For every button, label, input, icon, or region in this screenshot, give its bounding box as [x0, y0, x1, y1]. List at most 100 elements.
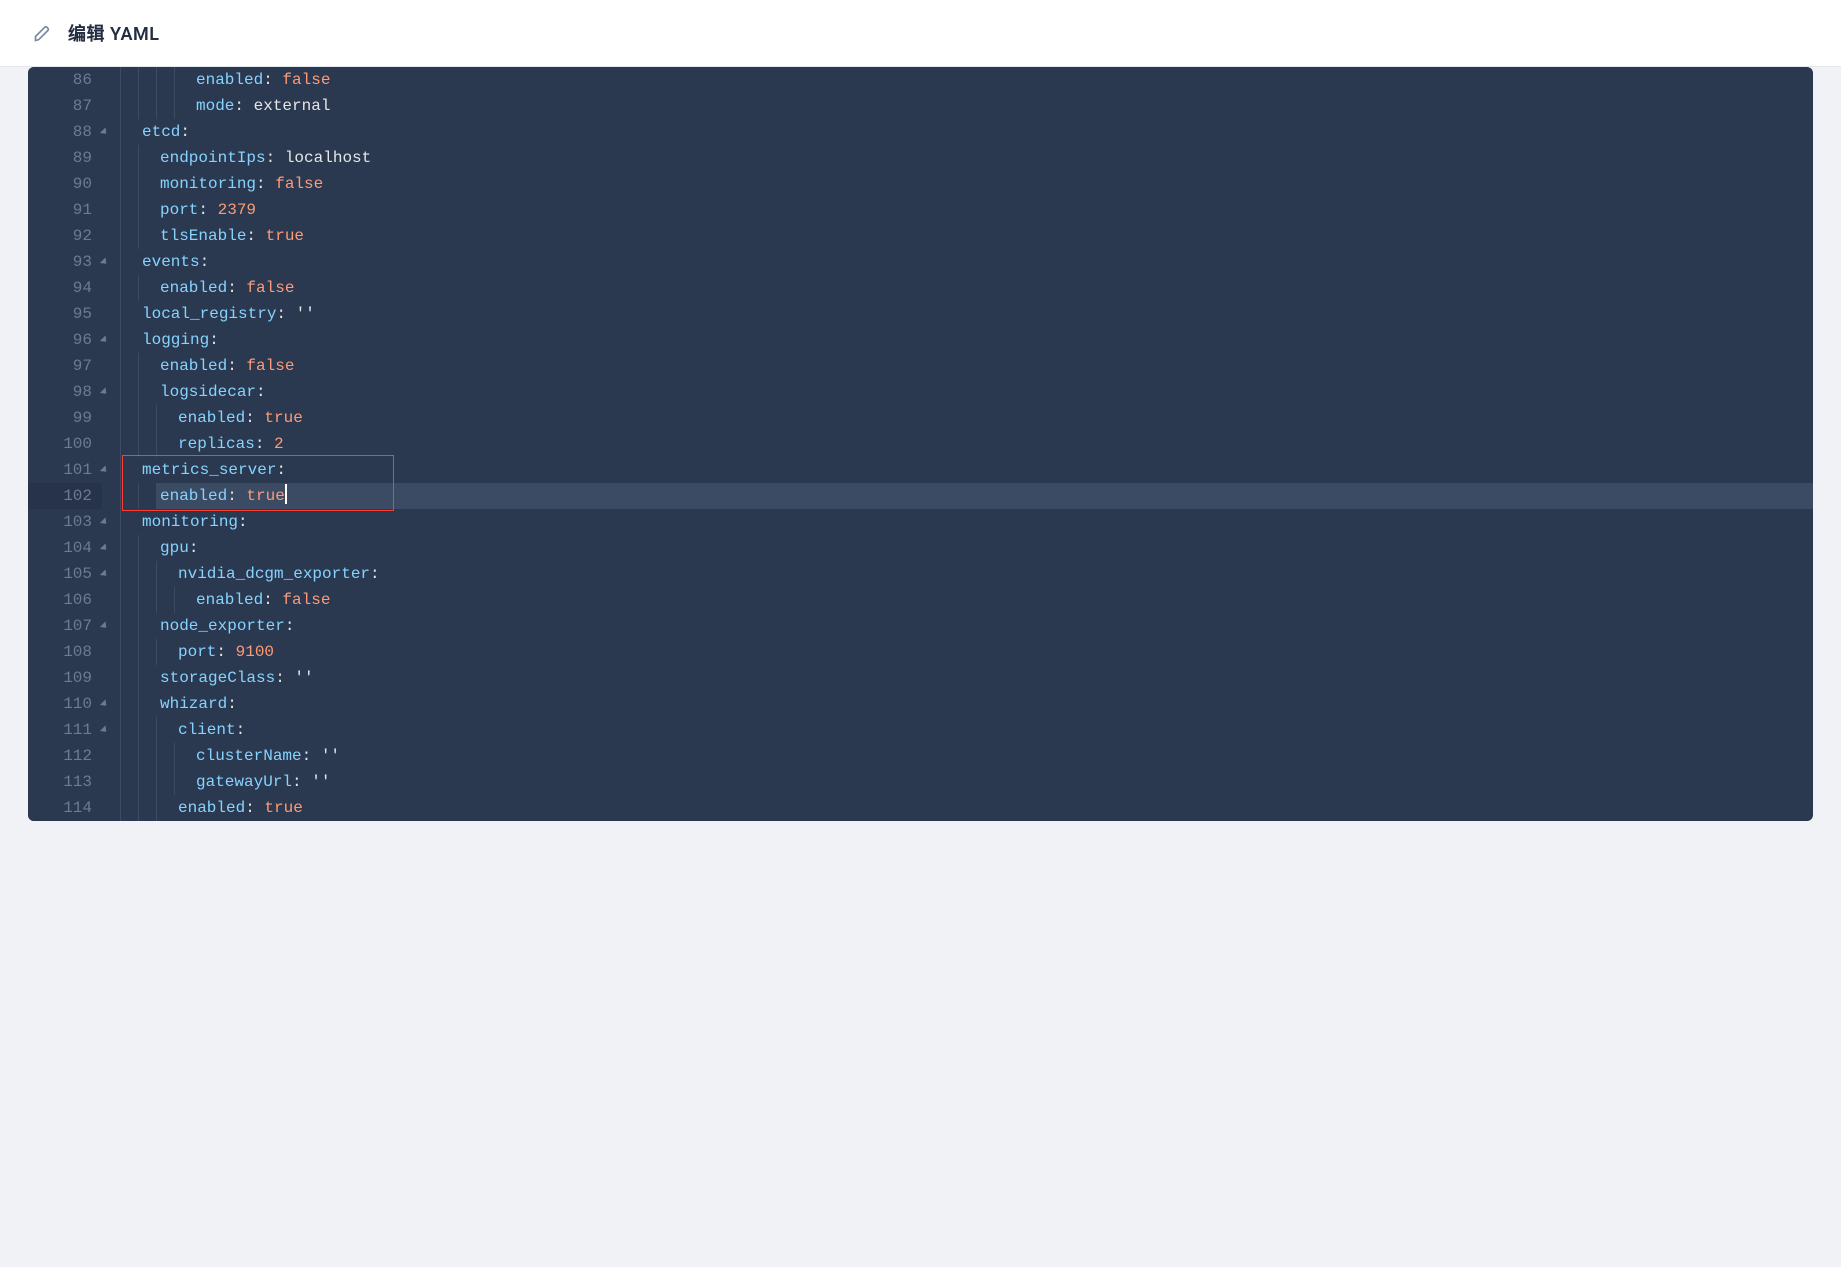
- fold-gutter[interactable]: [102, 535, 120, 561]
- code-line[interactable]: 90monitoring: false: [28, 171, 1813, 197]
- code-content[interactable]: node_exporter:: [156, 613, 1813, 639]
- fold-toggle-icon[interactable]: [100, 725, 109, 734]
- line-number[interactable]: 92: [28, 223, 102, 249]
- line-number[interactable]: 104: [28, 535, 102, 561]
- code-content[interactable]: port: 9100: [174, 639, 1813, 665]
- code-line[interactable]: 114 enabled: true: [28, 795, 1813, 821]
- fold-gutter[interactable]: [102, 509, 120, 535]
- code-content[interactable]: mode: external: [192, 93, 1813, 119]
- line-number[interactable]: 99: [28, 405, 102, 431]
- fold-gutter[interactable]: [102, 639, 120, 665]
- code-line[interactable]: 93 events:: [28, 249, 1813, 275]
- fold-gutter[interactable]: [102, 171, 120, 197]
- fold-gutter[interactable]: [102, 119, 120, 145]
- fold-toggle-icon[interactable]: [100, 335, 109, 344]
- code-content[interactable]: enabled: false: [192, 67, 1813, 93]
- fold-gutter[interactable]: [102, 301, 120, 327]
- fold-gutter[interactable]: [102, 743, 120, 769]
- code-line[interactable]: 97 enabled: false: [28, 353, 1813, 379]
- line-number[interactable]: 95: [28, 301, 102, 327]
- code-content[interactable]: logging:: [138, 327, 1813, 353]
- code-content[interactable]: events:: [138, 249, 1813, 275]
- code-content[interactable]: whizard:: [156, 691, 1813, 717]
- code-line[interactable]: 92 tlsEnable: true: [28, 223, 1813, 249]
- line-number[interactable]: 101: [28, 457, 102, 483]
- line-number[interactable]: 114: [28, 795, 102, 821]
- code-content[interactable]: clusterName: '': [192, 743, 1813, 769]
- code-editor[interactable]: 86enabled: false87mode: external88etcd:8…: [28, 67, 1813, 821]
- fold-gutter[interactable]: [102, 613, 120, 639]
- line-number[interactable]: 89: [28, 145, 102, 171]
- line-number[interactable]: 108: [28, 639, 102, 665]
- fold-toggle-icon[interactable]: [100, 569, 109, 578]
- code-line[interactable]: 101metrics_server:: [28, 457, 1813, 483]
- code-content[interactable]: replicas: 2: [174, 431, 1813, 457]
- code-line[interactable]: 105 nvidia_dcgm_exporter:: [28, 561, 1813, 587]
- line-number[interactable]: 111: [28, 717, 102, 743]
- fold-toggle-icon[interactable]: [100, 257, 109, 266]
- fold-gutter[interactable]: [102, 353, 120, 379]
- fold-gutter[interactable]: [102, 405, 120, 431]
- code-line[interactable]: 108 port: 9100: [28, 639, 1813, 665]
- code-content[interactable]: enabled: false: [156, 353, 1813, 379]
- fold-gutter[interactable]: [102, 665, 120, 691]
- fold-gutter[interactable]: [102, 457, 120, 483]
- line-number[interactable]: 97: [28, 353, 102, 379]
- fold-gutter[interactable]: [102, 223, 120, 249]
- fold-gutter[interactable]: [102, 483, 120, 509]
- fold-gutter[interactable]: [102, 431, 120, 457]
- fold-gutter[interactable]: [102, 587, 120, 613]
- line-number[interactable]: 100: [28, 431, 102, 457]
- code-line[interactable]: 102enabled: true: [28, 483, 1813, 509]
- line-number[interactable]: 98: [28, 379, 102, 405]
- fold-gutter[interactable]: [102, 769, 120, 795]
- code-line[interactable]: 110 whizard:: [28, 691, 1813, 717]
- code-line[interactable]: 91port: 2379: [28, 197, 1813, 223]
- fold-toggle-icon[interactable]: [100, 517, 109, 526]
- code-line[interactable]: 94enabled: false: [28, 275, 1813, 301]
- code-content[interactable]: client:: [174, 717, 1813, 743]
- code-content[interactable]: enabled: true: [156, 483, 1813, 509]
- line-number[interactable]: 112: [28, 743, 102, 769]
- fold-gutter[interactable]: [102, 67, 120, 93]
- fold-toggle-icon[interactable]: [100, 699, 109, 708]
- fold-toggle-icon[interactable]: [100, 387, 109, 396]
- code-content[interactable]: enabled: false: [192, 587, 1813, 613]
- code-line[interactable]: 103 monitoring:: [28, 509, 1813, 535]
- line-number[interactable]: 106: [28, 587, 102, 613]
- code-line[interactable]: 87mode: external: [28, 93, 1813, 119]
- code-line[interactable]: 88etcd:: [28, 119, 1813, 145]
- code-line[interactable]: 111 client:: [28, 717, 1813, 743]
- code-content[interactable]: nvidia_dcgm_exporter:: [174, 561, 1813, 587]
- fold-gutter[interactable]: [102, 93, 120, 119]
- fold-gutter[interactable]: [102, 795, 120, 821]
- fold-gutter[interactable]: [102, 379, 120, 405]
- line-number[interactable]: 90: [28, 171, 102, 197]
- fold-toggle-icon[interactable]: [100, 465, 109, 474]
- code-line[interactable]: 100 replicas: 2: [28, 431, 1813, 457]
- code-content[interactable]: storageClass: '': [156, 665, 1813, 691]
- code-content[interactable]: gpu:: [156, 535, 1813, 561]
- code-content[interactable]: monitoring:: [138, 509, 1813, 535]
- code-line[interactable]: 96logging:: [28, 327, 1813, 353]
- line-number[interactable]: 91: [28, 197, 102, 223]
- fold-gutter[interactable]: [102, 327, 120, 353]
- line-number[interactable]: 93: [28, 249, 102, 275]
- fold-gutter[interactable]: [102, 561, 120, 587]
- code-content[interactable]: enabled: true: [174, 795, 1813, 821]
- code-content[interactable]: endpointIps: localhost: [156, 145, 1813, 171]
- code-content[interactable]: logsidecar:: [156, 379, 1813, 405]
- code-line[interactable]: 104 gpu:: [28, 535, 1813, 561]
- fold-gutter[interactable]: [102, 249, 120, 275]
- code-line[interactable]: 109storageClass: '': [28, 665, 1813, 691]
- code-content[interactable]: tlsEnable: true: [156, 223, 1813, 249]
- code-line[interactable]: 98 logsidecar:: [28, 379, 1813, 405]
- code-content[interactable]: enabled: true: [174, 405, 1813, 431]
- line-number[interactable]: 110: [28, 691, 102, 717]
- line-number[interactable]: 103: [28, 509, 102, 535]
- line-number[interactable]: 86: [28, 67, 102, 93]
- code-line[interactable]: 95local_registry: '': [28, 301, 1813, 327]
- line-number[interactable]: 105: [28, 561, 102, 587]
- fold-gutter[interactable]: [102, 691, 120, 717]
- line-number[interactable]: 113: [28, 769, 102, 795]
